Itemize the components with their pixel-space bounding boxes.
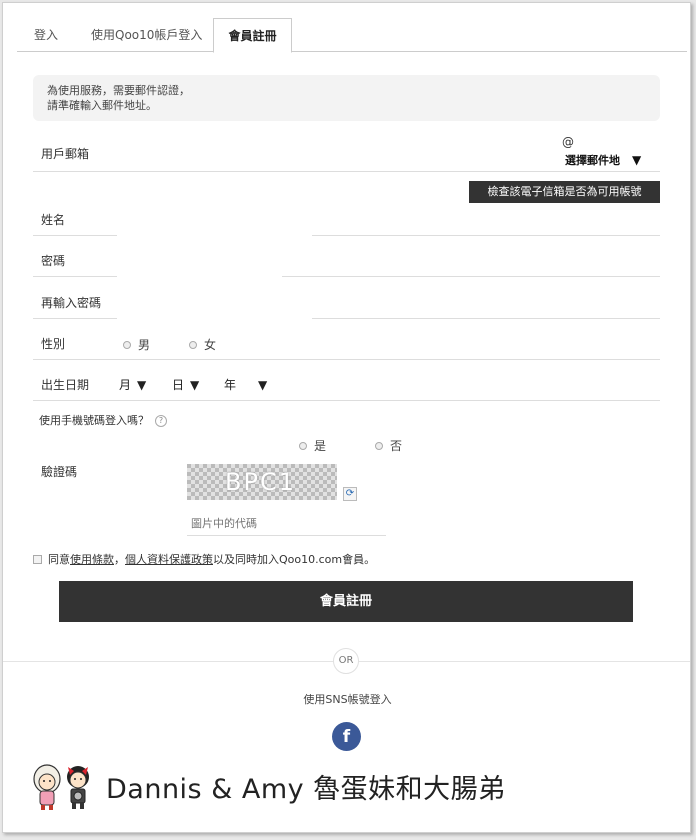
- agree-checkbox[interactable]: [33, 554, 42, 564]
- radio-button[interactable]: [123, 340, 131, 349]
- captcha-image: BPC1: [187, 464, 337, 500]
- registration-page: 登入 使用Qoo10帳戶登入 會員註冊 為使用服務，需要郵件認證， 請準確輸入郵…: [2, 2, 691, 833]
- email-label: 用戶郵箱: [41, 147, 90, 161]
- mascot-icon: [33, 764, 89, 810]
- email-domain-text: 選擇郵件地: [565, 154, 620, 167]
- name-label-underline: [33, 235, 117, 236]
- agree-comma: ，: [114, 553, 125, 566]
- email-divider: [33, 171, 660, 172]
- login-tabs: 登入 使用Qoo10帳戶登入 會員註冊: [17, 18, 687, 53]
- or-label: OR: [333, 648, 359, 674]
- dob-year-text: 年: [224, 378, 237, 392]
- mobile-yes-label: 是: [314, 439, 327, 453]
- radio-button[interactable]: [375, 441, 383, 450]
- terms-link[interactable]: 使用條款: [70, 551, 114, 567]
- dropdown-arrow-icon: ▼: [190, 378, 200, 392]
- tab-register[interactable]: 會員註冊: [213, 18, 292, 53]
- check-email-button[interactable]: 檢查該電子信箱是否為可用帳號: [469, 181, 660, 203]
- dropdown-arrow-icon: ▼: [258, 378, 268, 392]
- email-at-sign: @: [562, 135, 574, 149]
- password-confirm-label: 再輸入密碼: [41, 296, 102, 310]
- password-label: 密碼: [41, 254, 66, 268]
- mobile-login-question: 使用手機號碼登入嗎？?: [39, 412, 167, 428]
- dob-month-text: 月: [119, 378, 132, 392]
- password-label-underline: [33, 276, 117, 277]
- gender-female-radio[interactable]: 女: [189, 336, 216, 353]
- gender-label: 性別: [41, 337, 66, 351]
- sns-login-label: 使用SNS帳號登入: [303, 693, 392, 706]
- agree-suffix: 以及同時加入Qoo10.com會員。: [213, 553, 376, 566]
- dob-divider: [33, 400, 660, 401]
- captcha-label: 驗證碼: [41, 465, 78, 479]
- password-confirm-label-underline: [33, 318, 117, 319]
- email-notice: 為使用服務，需要郵件認證， 請準確輸入郵件地址。: [33, 75, 660, 121]
- facebook-icon[interactable]: f: [332, 722, 361, 751]
- captcha-input[interactable]: [187, 512, 386, 536]
- dob-year-select[interactable]: 年 ▼: [224, 376, 267, 393]
- radio-button[interactable]: [189, 340, 197, 349]
- dob-label: 出生日期: [41, 378, 90, 392]
- gender-divider: [33, 359, 660, 360]
- gender-male-radio[interactable]: 男: [123, 336, 150, 353]
- tab-qoo10-login[interactable]: 使用Qoo10帳戶登入: [77, 18, 216, 52]
- radio-button[interactable]: [299, 441, 307, 450]
- gender-female-label: 女: [204, 338, 217, 352]
- password-input[interactable]: [282, 276, 660, 277]
- gender-male-label: 男: [138, 338, 151, 352]
- dob-month-select[interactable]: 月 ▼: [119, 376, 146, 393]
- help-icon[interactable]: ?: [155, 415, 167, 427]
- mobile-no-radio[interactable]: 否: [375, 437, 402, 454]
- dob-day-select[interactable]: 日 ▼: [172, 376, 199, 393]
- notice-line-2: 請準確輸入郵件地址。: [47, 99, 157, 112]
- name-input[interactable]: [312, 235, 660, 236]
- name-label: 姓名: [41, 213, 66, 227]
- tab-login[interactable]: 登入: [20, 18, 72, 52]
- register-submit-button[interactable]: 會員註冊: [59, 581, 633, 622]
- mobile-no-label: 否: [390, 439, 403, 453]
- privacy-link[interactable]: 個人資料保護政策: [125, 551, 213, 567]
- agreement-row: 同意 使用條款 ， 個人資料保護政策 以及同時加入Qoo10.com會員。: [33, 551, 375, 567]
- email-domain-select[interactable]: 選擇郵件地 ▼: [565, 152, 641, 168]
- watermark-text: Dannis & Amy 魯蛋妹和大腸弟: [106, 773, 506, 805]
- dob-day-text: 日: [172, 378, 185, 392]
- mobile-yes-radio[interactable]: 是: [299, 437, 326, 454]
- mobile-login-text: 使用手機號碼登入嗎？: [39, 414, 149, 427]
- agree-prefix: 同意: [48, 553, 70, 566]
- dropdown-arrow-icon: ▼: [137, 378, 147, 392]
- notice-line-1: 為使用服務，需要郵件認證，: [47, 84, 190, 97]
- dropdown-arrow-icon: ▼: [632, 153, 642, 167]
- watermark: Dannis & Amy 魯蛋妹和大腸弟: [30, 761, 506, 811]
- password-confirm-input[interactable]: [312, 318, 660, 319]
- refresh-icon[interactable]: ⟳: [343, 487, 357, 501]
